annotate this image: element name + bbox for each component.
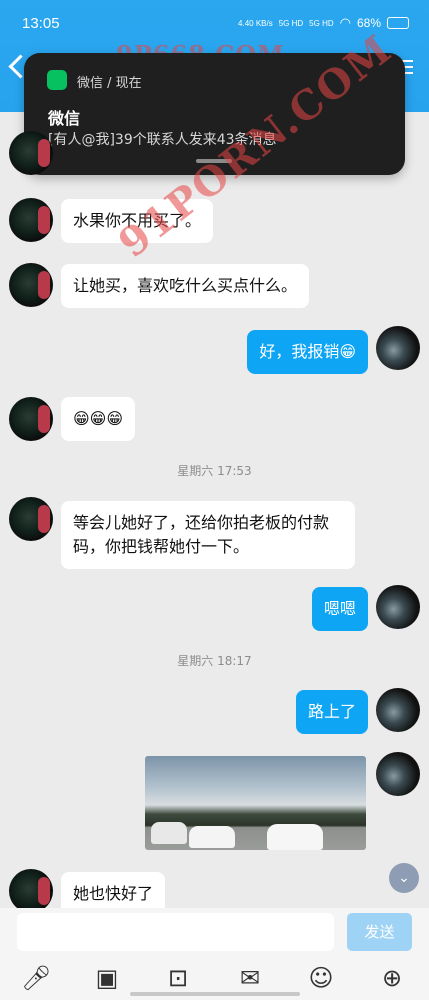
send-button[interactable]: 发送	[347, 913, 412, 951]
time-separator: 星期六 18:17	[177, 654, 252, 668]
notification-app: 微信 / 现在	[77, 76, 142, 91]
avatar[interactable]	[376, 752, 420, 796]
chevron-down-icon: ⌄	[398, 870, 410, 886]
message-bubble[interactable]: 好，我报销😁	[247, 330, 368, 374]
image-message[interactable]	[145, 756, 366, 850]
avatar[interactable]	[376, 688, 420, 732]
network-speed: 4.40 KB/s	[238, 18, 273, 28]
microphone-icon[interactable]: 🎤︎	[21, 963, 51, 993]
network-label-2: 5G HD	[309, 18, 334, 28]
message-bubble[interactable]: 让她买，喜欢吃什么买点什么。	[61, 264, 310, 308]
message-bubble[interactable]: 嗯嗯	[311, 587, 368, 631]
message-bubble[interactable]: 等会儿她好了，还给你拍老板的付款码，你把钱帮她付一下。	[61, 501, 355, 569]
car	[189, 826, 235, 848]
car	[267, 824, 323, 850]
avatar[interactable]	[9, 198, 53, 242]
camera-icon[interactable]: ⊡	[163, 963, 193, 993]
battery-icon	[387, 17, 409, 29]
photo-icon[interactable]: ▣	[92, 963, 122, 993]
emoji-icon[interactable]: ☺	[306, 963, 336, 993]
avatar[interactable]	[376, 585, 420, 629]
time-separator: 星期六 17:53	[177, 464, 252, 478]
message-bubble[interactable]: 😁😁😁	[61, 397, 136, 441]
avatar[interactable]	[9, 131, 53, 175]
status-icons: 4.40 KB/s 5G HD 5G HD ◠ 68%	[238, 15, 409, 31]
avatar[interactable]	[9, 263, 53, 307]
notification-title: 微信	[48, 109, 81, 128]
scroll-down-button[interactable]: ⌄	[389, 863, 419, 893]
wechat-icon	[47, 70, 67, 90]
car	[151, 822, 187, 844]
status-time: 13:05	[22, 15, 60, 32]
avatar[interactable]	[9, 869, 53, 913]
red-packet-icon[interactable]: ✉	[235, 963, 265, 993]
plus-icon[interactable]: ⊕	[377, 963, 407, 993]
network-label-1: 5G HD	[278, 18, 304, 28]
avatar[interactable]	[9, 397, 53, 441]
home-indicator[interactable]	[130, 992, 300, 996]
avatar[interactable]	[9, 497, 53, 541]
message-input[interactable]	[17, 913, 334, 951]
wifi-icon: ◠	[339, 15, 351, 30]
message-bubble[interactable]: 路上了	[295, 690, 368, 734]
avatar[interactable]	[376, 326, 420, 370]
